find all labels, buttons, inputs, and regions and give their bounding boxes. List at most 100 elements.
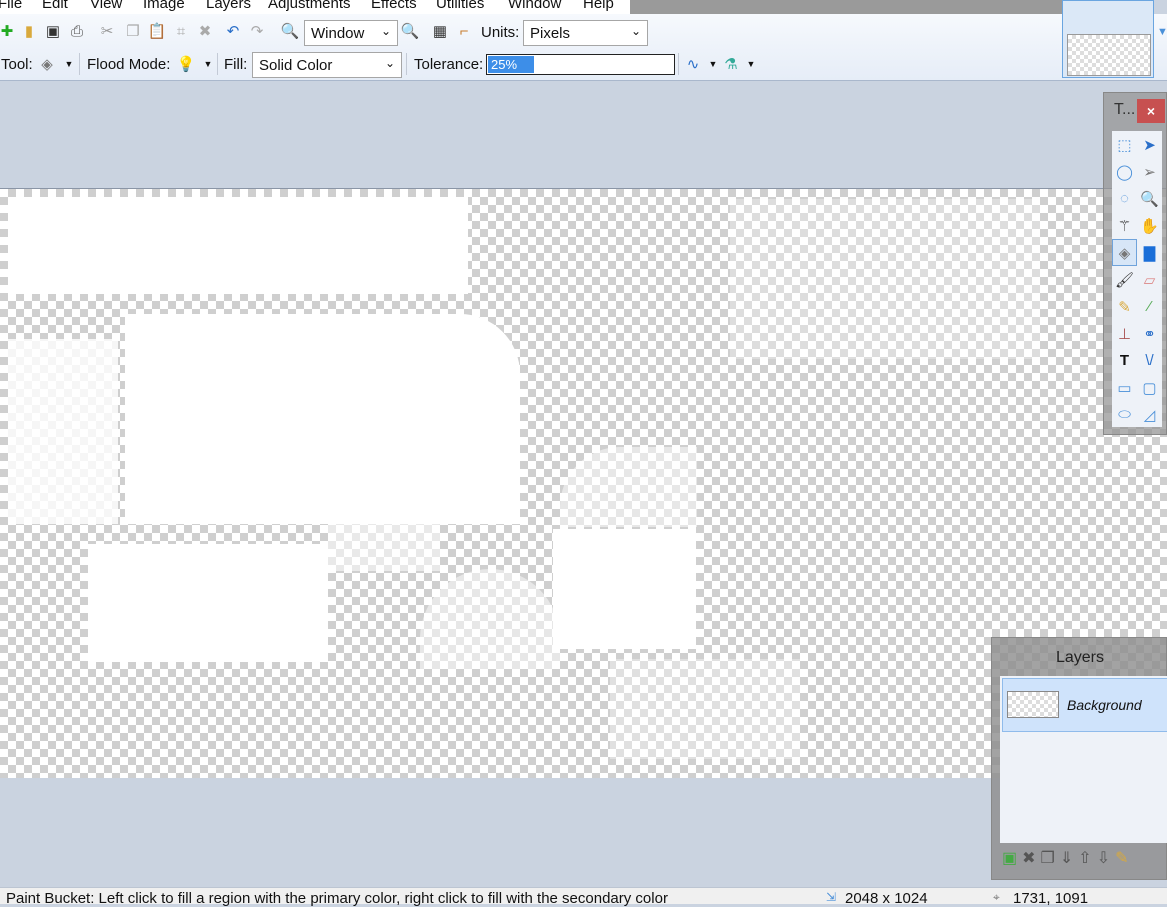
dropdown-arrow-icon[interactable]: ▼ (199, 55, 217, 73)
fill-label: Fill: (224, 56, 248, 73)
redo-icon[interactable]: ↷ (248, 22, 266, 40)
menu-effects[interactable]: Effects (371, 0, 417, 12)
units-select[interactable]: Pixels ⌄ (523, 20, 648, 46)
tool-label: Tool: (1, 56, 33, 73)
zoom-value: Window (311, 25, 365, 42)
ellipse-select-icon[interactable]: ◌ (1112, 185, 1137, 212)
gradient-icon[interactable]: ▇ (1137, 239, 1162, 266)
close-icon[interactable]: × (1137, 99, 1165, 123)
chevron-down-icon: ⌄ (380, 24, 391, 38)
cursor-position: 1731, 1091 (1013, 890, 1089, 907)
thumbnail-image (1067, 34, 1151, 76)
move-selected-pixels-icon[interactable]: ➤ (1137, 131, 1162, 158)
merge-layer-down-icon[interactable]: ⇓ (1060, 850, 1078, 867)
grid-icon[interactable]: ▦ (431, 22, 449, 40)
rounded-rectangle-icon[interactable]: ▢ (1137, 374, 1162, 401)
paintbrush-icon[interactable]: 🖌 (1112, 266, 1137, 293)
freeform-shape-icon[interactable]: ◿ (1137, 401, 1162, 428)
fill-select[interactable]: Solid Color ⌄ (252, 52, 402, 78)
pan-hand-icon[interactable]: ✋ (1137, 212, 1162, 239)
chevron-down-icon: ⌄ (630, 24, 641, 38)
divider (678, 53, 679, 75)
open-icon[interactable]: ▮ (20, 22, 38, 40)
add-layer-icon[interactable]: ▣ (1002, 850, 1022, 867)
menu-image[interactable]: Image (143, 0, 185, 12)
status-bar: Paint Bucket: Left click to fill a regio… (0, 887, 1167, 907)
layer-row[interactable]: Background (1002, 678, 1167, 732)
text-icon[interactable]: T (1112, 347, 1137, 374)
menu-help[interactable]: Help (583, 0, 614, 12)
save-icon[interactable]: ▣ (44, 22, 62, 40)
layers-list: Background (1000, 676, 1167, 843)
menu-view[interactable]: View (90, 0, 122, 12)
dropdown-arrow-icon[interactable]: ▼ (704, 55, 722, 73)
print-icon[interactable]: ⎙ (68, 22, 86, 40)
tolerance-value: 25% (491, 57, 518, 72)
magic-wand-icon[interactable]: ⚚ (1112, 212, 1137, 239)
menu-adjustments[interactable]: Adjustments (268, 0, 351, 12)
fill-value: Solid Color (259, 57, 333, 74)
cut-icon[interactable]: ✂ (98, 22, 116, 40)
title-area (630, 0, 1067, 14)
clone-stamp-icon[interactable]: ⊥ (1112, 320, 1137, 347)
delete-layer-icon[interactable]: ✖ (1022, 850, 1040, 867)
image-size: 2048 x 1024 (845, 890, 928, 907)
duplicate-layer-icon[interactable]: ❐ (1041, 850, 1060, 867)
zoom-icon[interactable]: 🔍 (1137, 185, 1162, 212)
ellipse-icon[interactable]: ⬭ (1112, 401, 1137, 428)
status-hint: Paint Bucket: Left click to fill a regio… (6, 890, 668, 907)
image-tab-thumbnail[interactable] (1062, 0, 1154, 78)
rectangle-icon[interactable]: ▭ (1112, 374, 1137, 401)
lightbulb-icon[interactable]: 💡 (177, 55, 196, 73)
units-value: Pixels (530, 25, 571, 42)
menu-window[interactable]: Window (508, 0, 561, 12)
rectangle-select-icon[interactable]: ⬚ (1112, 131, 1137, 158)
line-curve-icon[interactable]: \/ (1137, 347, 1162, 374)
pencil-icon[interactable]: ✎ (1112, 293, 1137, 320)
deselect-icon[interactable]: ✖ (196, 22, 214, 40)
eraser-icon[interactable]: ▱ (1137, 266, 1162, 293)
lasso-select-icon[interactable]: ◯ (1112, 158, 1137, 185)
tolerance-label: Tolerance: (414, 56, 484, 73)
move-layer-up-icon[interactable]: ⇧ (1078, 850, 1096, 867)
menu-layers[interactable]: Layers (206, 0, 251, 12)
new-icon[interactable]: ✚ (0, 22, 16, 40)
layers-panel-title: Layers (1055, 649, 1105, 666)
zoom-out-icon[interactable]: 🔍 (281, 22, 300, 40)
layers-panel: Layers Background ▣✖❐⇓⇧⇩✎ (991, 637, 1167, 880)
divider (406, 53, 407, 75)
paint-bucket-icon[interactable]: ◈ (1112, 239, 1137, 266)
layer-name: Background (1067, 697, 1142, 713)
dropdown-arrow-icon[interactable]: ▼ (742, 55, 760, 73)
layer-properties-icon[interactable]: ✎ (1115, 850, 1133, 867)
color-picker-icon[interactable]: ⁄ (1137, 293, 1162, 320)
move-selection-icon[interactable]: ➢ (1137, 158, 1162, 185)
menu-file[interactable]: File (0, 0, 22, 12)
crop-icon[interactable]: ⌗ (172, 22, 190, 40)
divider (79, 53, 80, 75)
antialiasing-icon[interactable]: ∿ (684, 55, 702, 73)
move-layer-down-icon[interactable]: ⇩ (1097, 850, 1115, 867)
layer-thumbnail (1007, 691, 1059, 718)
menu-edit[interactable]: Edit (42, 0, 68, 12)
flood-mode-label: Flood Mode: (87, 56, 171, 73)
menu-utilities[interactable]: Utilities (436, 0, 484, 12)
paste-icon[interactable]: 📋 (148, 22, 167, 40)
zoom-select[interactable]: Window ⌄ (304, 20, 398, 46)
tools-window: T... × ⬚ ➤ ◯ ➢ ◌ 🔍 ⚚ ✋ ◈ ▇ 🖌 ▱ ✎ ⁄ ⊥ ⚭ T… (1103, 92, 1167, 435)
recolor-icon[interactable]: ⚭ (1137, 320, 1162, 347)
image-size-icon: ⇲ (826, 890, 837, 904)
paint-bucket-icon[interactable]: ◈ (38, 55, 56, 73)
zoom-in-icon[interactable]: 🔍 (401, 22, 420, 40)
menu-bar: File Edit View Image Layers Adjustments … (0, 0, 630, 14)
dropdown-arrow-icon[interactable]: ▼ (60, 55, 78, 73)
blend-mode-flask-icon[interactable]: ⚗ (722, 55, 740, 73)
tools-window-title: T... (1114, 101, 1136, 118)
undo-icon[interactable]: ↶ (224, 22, 242, 40)
copy-icon[interactable]: ❐ (124, 22, 142, 40)
cursor-position-icon: ⌖ (993, 890, 1000, 904)
ruler-icon[interactable]: ⌐ (455, 22, 473, 40)
tolerance-slider[interactable]: 25% (486, 54, 675, 75)
chevron-down-icon: ⌄ (384, 56, 395, 70)
tab-list-arrow-icon[interactable]: ▼ (1157, 26, 1167, 38)
